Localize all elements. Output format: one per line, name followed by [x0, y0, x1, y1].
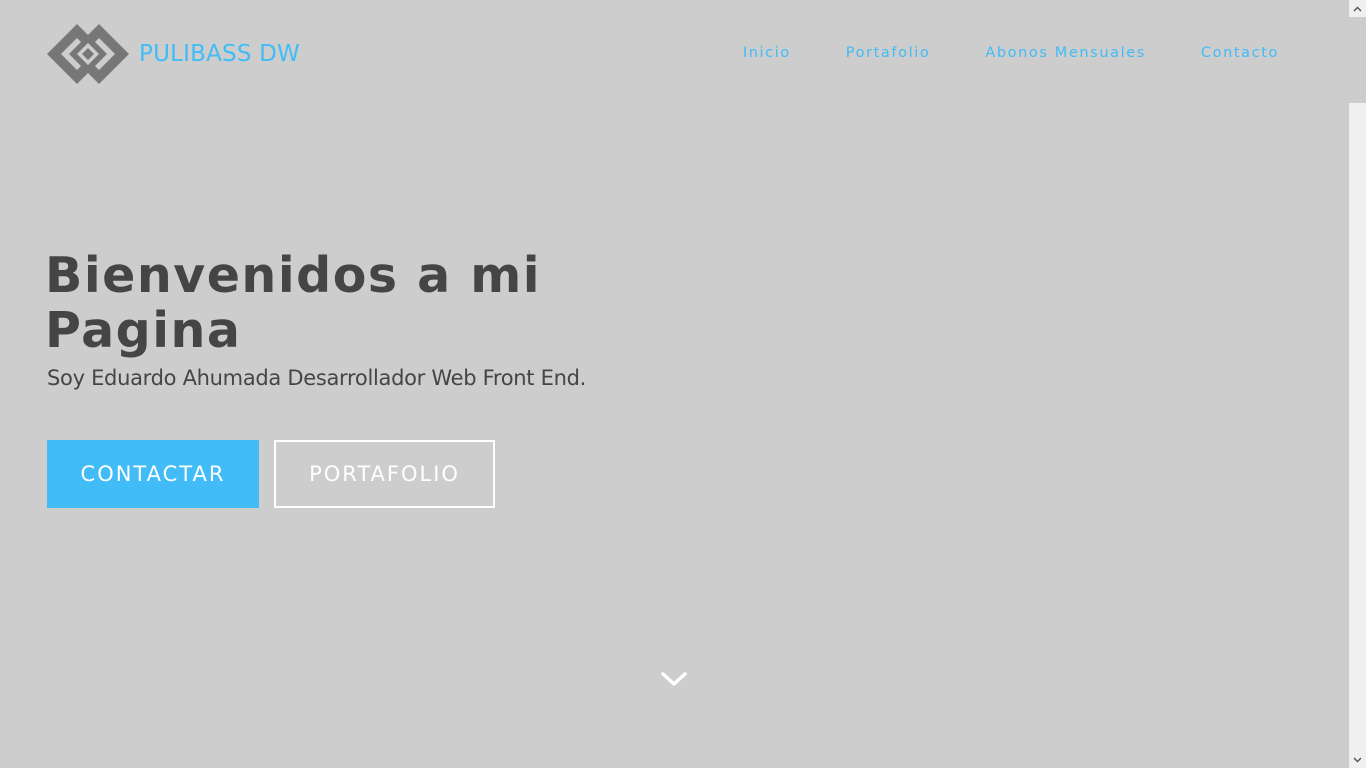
- hero-section: Bienvenidos a mi Pagina Soy Eduardo Ahum…: [45, 248, 665, 390]
- nav-item-abonos-mensuales[interactable]: Abonos Mensuales: [985, 45, 1146, 61]
- page: PULIBASS DW Inicio Portafolio Abonos Men…: [0, 0, 1349, 768]
- vertical-scrollbar[interactable]: [1349, 0, 1366, 768]
- nav-item-contacto[interactable]: Contacto: [1201, 45, 1279, 61]
- brand-name: PULIBASS DW: [139, 41, 300, 67]
- logo-link[interactable]: PULIBASS DW: [47, 24, 300, 84]
- contactar-button[interactable]: CONTACTAR: [47, 440, 259, 508]
- nav-item-inicio[interactable]: Inicio: [743, 45, 791, 61]
- hero-subtitle: Soy Eduardo Ahumada Desarrollador Web Fr…: [47, 366, 587, 390]
- scroll-up-arrow-icon[interactable]: [1349, 0, 1366, 17]
- main-nav: Inicio Portafolio Abonos Mensuales Conta…: [688, 45, 1279, 61]
- scroll-down-arrow-icon[interactable]: [1349, 751, 1366, 768]
- scroll-thumb[interactable]: [1349, 17, 1366, 103]
- hero-title: Bienvenidos a mi Pagina: [45, 247, 542, 359]
- hero-buttons: CONTACTAR PORTAFOLIO: [47, 440, 495, 508]
- nav-item-portafolio[interactable]: Portafolio: [846, 45, 931, 61]
- portafolio-button[interactable]: PORTAFOLIO: [274, 440, 495, 508]
- logo-icon: [47, 24, 129, 84]
- site-header: PULIBASS DW Inicio Portafolio Abonos Men…: [0, 0, 1349, 108]
- chevron-down-icon[interactable]: [660, 668, 688, 690]
